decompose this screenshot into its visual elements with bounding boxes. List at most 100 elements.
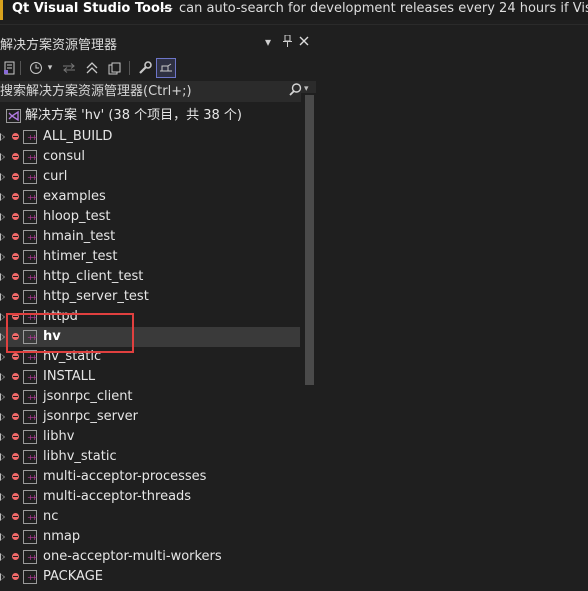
- expand-arrow-icon[interactable]: [0, 393, 5, 401]
- project-label: nc: [43, 509, 59, 524]
- preview-icon[interactable]: [156, 58, 176, 78]
- project-label: multi-acceptor-processes: [43, 469, 207, 484]
- expand-arrow-icon[interactable]: [0, 253, 5, 261]
- expand-arrow-icon[interactable]: [0, 313, 5, 321]
- project-row[interactable]: + + nmap: [0, 527, 300, 547]
- notification-dash: —: [160, 1, 173, 16]
- svg-text:+: +: [31, 573, 38, 582]
- expand-arrow-icon[interactable]: [0, 453, 5, 461]
- excluded-icon: [12, 573, 19, 580]
- expand-arrow-icon[interactable]: [0, 173, 5, 181]
- excluded-icon: [12, 353, 19, 360]
- excluded-icon: [12, 253, 19, 260]
- expand-arrow-icon[interactable]: [0, 133, 5, 141]
- expand-arrow-icon[interactable]: [0, 553, 5, 561]
- project-label: http_client_test: [43, 269, 144, 284]
- expand-arrow-icon[interactable]: [0, 573, 5, 581]
- project-label: curl: [43, 169, 68, 184]
- project-row[interactable]: + + hmain_test: [0, 227, 300, 247]
- toolbar: ▾: [0, 53, 316, 81]
- solution-label: 解决方案 'hv' (38 个项目，共 38 个): [25, 108, 242, 123]
- wrench-icon[interactable]: [135, 58, 155, 78]
- expand-arrow-icon[interactable]: [0, 533, 5, 541]
- expand-arrow-icon[interactable]: [0, 473, 5, 481]
- search-box[interactable]: ▾: [0, 81, 316, 102]
- notification-accent: [0, 0, 3, 20]
- project-row[interactable]: + + nc: [0, 507, 300, 527]
- project-label: hloop_test: [43, 209, 111, 224]
- project-row[interactable]: + + consul: [0, 147, 300, 167]
- chevron-down-icon[interactable]: ▾: [265, 35, 271, 49]
- project-label: INSTALL: [43, 369, 96, 384]
- project-row[interactable]: + + jsonrpc_client: [0, 387, 300, 407]
- project-label: multi-acceptor-threads: [43, 489, 192, 504]
- expand-arrow-icon[interactable]: [0, 333, 5, 341]
- expand-arrow-icon[interactable]: [0, 493, 5, 501]
- close-icon[interactable]: [299, 35, 309, 49]
- project-row[interactable]: + + hloop_test: [0, 207, 300, 227]
- copy-icon[interactable]: [104, 58, 124, 78]
- project-label: examples: [43, 189, 106, 204]
- expand-arrow-icon[interactable]: [0, 293, 5, 301]
- toolbar-separator: [20, 61, 21, 75]
- expand-arrow-icon[interactable]: [0, 193, 5, 201]
- divider: [0, 24, 588, 25]
- project-row[interactable]: + + http_client_test: [0, 267, 300, 287]
- excluded-icon: [12, 553, 19, 560]
- project-row[interactable]: + + multi-acceptor-threads: [0, 487, 300, 507]
- project-row[interactable]: + + INSTALL: [0, 367, 300, 387]
- svg-text:+: +: [31, 493, 38, 502]
- svg-text:+: +: [31, 133, 38, 142]
- project-label: htimer_test: [43, 249, 118, 264]
- scrollbar-thumb[interactable]: [305, 95, 314, 385]
- svg-text:+: +: [31, 233, 38, 242]
- expand-arrow-icon[interactable]: [0, 433, 5, 441]
- svg-text:+: +: [31, 213, 38, 222]
- notification-title: Qt Visual Studio Tools: [12, 1, 173, 16]
- highlight-box: [6, 313, 134, 353]
- project-row[interactable]: + + http_server_test: [0, 287, 300, 307]
- expand-arrow-icon[interactable]: [0, 513, 5, 521]
- solution-node[interactable]: 解决方案 'hv' (38 个项目，共 38 个): [0, 106, 300, 126]
- project-row[interactable]: + + htimer_test: [0, 247, 300, 267]
- search-input[interactable]: [0, 81, 280, 102]
- pin-icon[interactable]: [283, 34, 292, 50]
- excluded-icon: [12, 153, 19, 160]
- excluded-icon: [12, 513, 19, 520]
- expand-arrow-icon[interactable]: [0, 233, 5, 241]
- sync-icon[interactable]: [59, 58, 79, 78]
- svg-text:+: +: [31, 293, 38, 302]
- svg-text:+: +: [31, 453, 38, 462]
- excluded-icon: [12, 193, 19, 200]
- expand-arrow-icon[interactable]: [0, 153, 5, 161]
- collapse-all-icon[interactable]: [82, 58, 102, 78]
- project-row[interactable]: + + libhv: [0, 427, 300, 447]
- project-row[interactable]: + + ALL_BUILD: [0, 127, 300, 147]
- project-row[interactable]: + + jsonrpc_server: [0, 407, 300, 427]
- panel-header: 解决方案资源管理器 ▾: [0, 32, 316, 53]
- excluded-icon: [12, 233, 19, 240]
- excluded-icon: [12, 293, 19, 300]
- project-row[interactable]: + + libhv_static: [0, 447, 300, 467]
- project-row[interactable]: + + curl: [0, 167, 300, 187]
- project-row[interactable]: + + examples: [0, 187, 300, 207]
- expand-arrow-icon[interactable]: [0, 413, 5, 421]
- svg-text:+: +: [31, 473, 38, 482]
- svg-text:+: +: [31, 393, 38, 402]
- expand-arrow-icon[interactable]: [0, 373, 5, 381]
- svg-text:+: +: [31, 173, 38, 182]
- project-label: consul: [43, 149, 85, 164]
- project-row[interactable]: + + one-acceptor-multi-workers: [0, 547, 300, 567]
- expand-arrow-icon[interactable]: [0, 353, 5, 361]
- svg-text:+: +: [31, 273, 38, 282]
- project-row[interactable]: + + multi-acceptor-processes: [0, 467, 300, 487]
- project-row[interactable]: + + PACKAGE: [0, 567, 300, 587]
- svg-text:+: +: [31, 353, 38, 362]
- properties-icon[interactable]: [0, 58, 20, 78]
- expand-arrow-icon[interactable]: [0, 273, 5, 281]
- svg-text:+: +: [31, 253, 38, 262]
- expand-arrow-icon[interactable]: [0, 213, 5, 221]
- notification-bar: Qt Visual Studio Tools — can auto-search…: [0, 0, 588, 20]
- notification-message[interactable]: can auto-search for development releases…: [179, 0, 588, 18]
- history-dropdown-icon[interactable]: ▾: [40, 58, 60, 78]
